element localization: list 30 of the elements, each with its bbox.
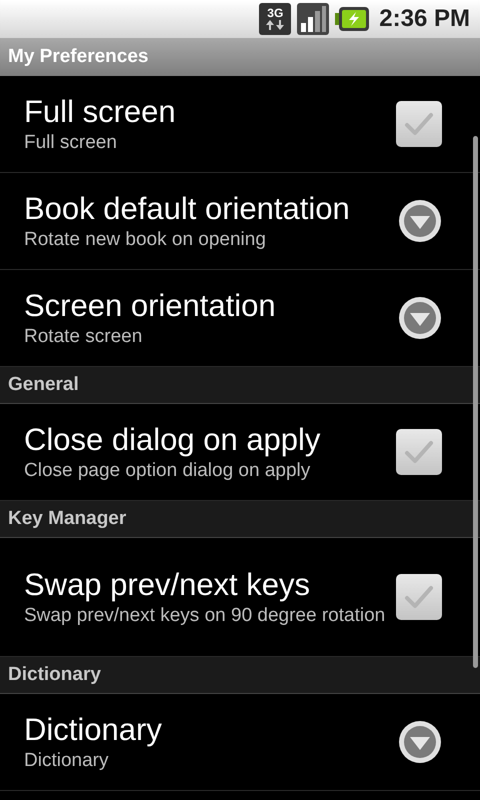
checkmark-icon (404, 111, 434, 137)
signal-icon (297, 3, 330, 35)
battery-charging-icon (335, 6, 370, 32)
checkbox[interactable] (396, 101, 442, 147)
network-type: 3G (267, 7, 284, 19)
data-arrows-icon (265, 19, 286, 31)
setting-summary: Full screen (24, 131, 118, 155)
setting-summary: Dictionary (24, 749, 110, 773)
setting-title: Close dialog on apply (24, 421, 322, 459)
setting-summary: Rotate screen (24, 325, 144, 349)
dropdown-icon[interactable] (398, 296, 442, 340)
setting-title: Book default orientation (24, 190, 351, 228)
setting-title: Dictionary (24, 711, 163, 749)
checkmark-icon (404, 439, 434, 465)
checkbox[interactable] (396, 429, 442, 475)
checkmark-icon (404, 584, 434, 610)
setting-summary: Swap prev/next keys on 90 degree rotation (24, 604, 386, 628)
setting-summary: Rotate new book on opening (24, 228, 267, 252)
window-title: My Preferences (8, 44, 148, 69)
setting-title: Full screen (24, 93, 177, 131)
setting-title: Screen orientation (24, 287, 277, 325)
setting-summary: Close page option dialog on apply (24, 459, 312, 483)
checkbox[interactable] (396, 574, 442, 620)
section-title: Key Manager (8, 506, 126, 531)
section-title: Dictionary (8, 662, 101, 687)
clock: 2:36 PM (379, 4, 470, 34)
dropdown-icon[interactable] (398, 199, 442, 243)
dropdown-icon[interactable] (398, 720, 442, 764)
section-title: General (8, 372, 79, 397)
setting-title: Swap prev/next keys (24, 566, 312, 604)
